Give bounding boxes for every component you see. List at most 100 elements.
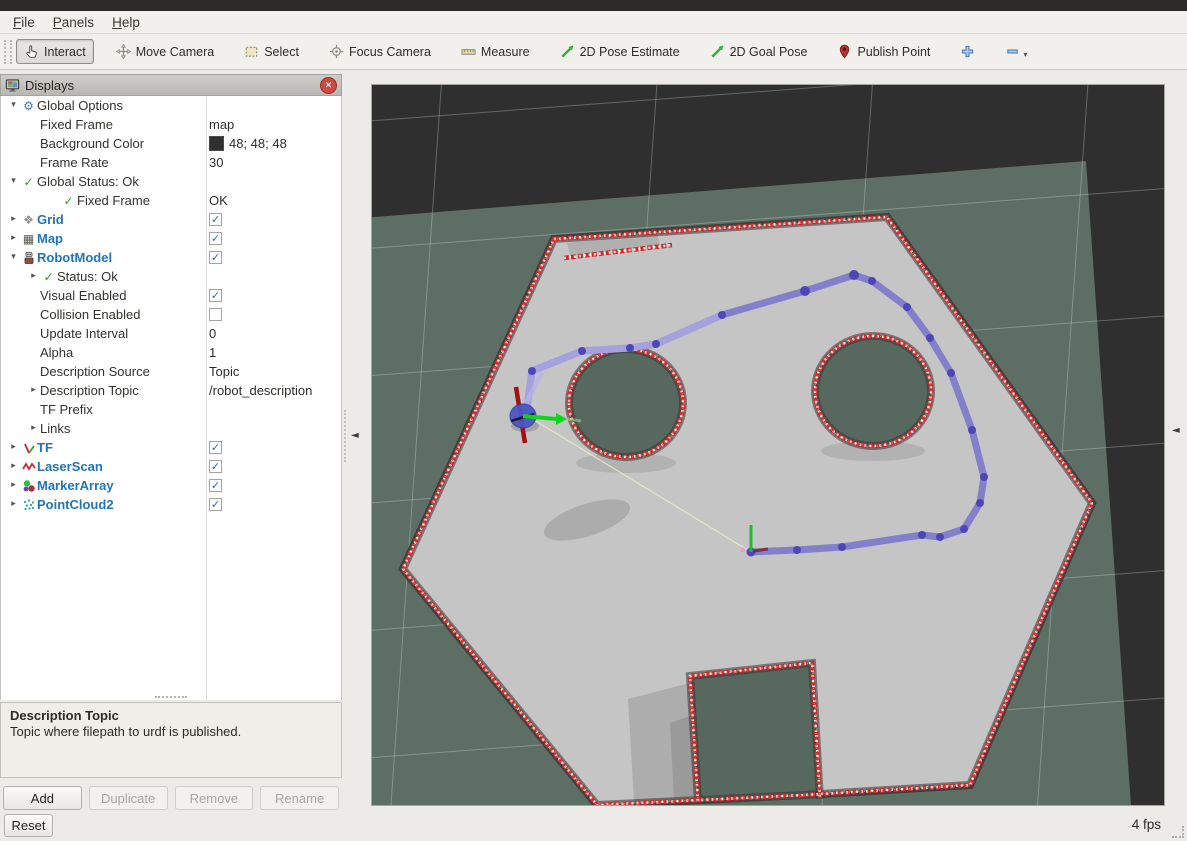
3d-viewport[interactable] — [371, 84, 1165, 806]
menu-file[interactable]: File — [4, 13, 44, 32]
expand-right-icon[interactable]: ▸ — [27, 419, 40, 438]
window-resize-grip[interactable] — [1172, 826, 1184, 838]
tool-2d-goal-pose[interactable]: 2D Goal Pose — [702, 39, 816, 64]
property-value[interactable]: 48; 48; 48 — [206, 134, 341, 153]
display-row-collision-enabled[interactable]: Collision Enabled — [1, 305, 341, 324]
expand-right-icon[interactable]: ▸ — [7, 229, 20, 248]
property-value: ✓ — [206, 229, 341, 248]
panel-action-buttons: AddDuplicateRemoveRename — [3, 786, 339, 810]
tool-remove-tool[interactable]: ▾ — [997, 39, 1035, 64]
property-value[interactable]: Topic — [206, 362, 341, 381]
row-label-cell: Update Interval — [1, 324, 206, 343]
display-row-tf[interactable]: ▸TF✓ — [1, 438, 341, 457]
tool-select[interactable]: Select — [236, 39, 307, 64]
tool-interact[interactable]: Interact — [16, 39, 94, 64]
display-row-tf-prefix[interactable]: TF Prefix — [1, 400, 341, 419]
expand-right-icon[interactable]: ▸ — [7, 457, 20, 476]
display-row-description-topic[interactable]: ▸Description Topic/robot_description — [1, 381, 341, 400]
color-swatch[interactable] — [209, 136, 224, 151]
expand-right-icon[interactable]: ▸ — [7, 476, 20, 495]
toolbar-grip[interactable] — [4, 40, 12, 64]
display-row-alpha[interactable]: Alpha1 — [1, 343, 341, 362]
display-row-description-source[interactable]: Description SourceTopic — [1, 362, 341, 381]
expand-down-icon[interactable]: ▾ — [7, 248, 20, 267]
property-label: TF Prefix — [40, 400, 93, 419]
expand-right-icon[interactable]: ▸ — [27, 381, 40, 400]
visibility-checkbox[interactable]: ✓ — [209, 251, 222, 264]
row-label-cell: ▸TF — [1, 438, 206, 457]
property-label: Collision Enabled — [40, 305, 140, 324]
visibility-checkbox[interactable]: ✓ — [209, 479, 222, 492]
panel-resize-grip[interactable] — [344, 410, 349, 462]
visibility-checkbox[interactable]: ✓ — [209, 441, 222, 454]
collapse-left-panel-icon[interactable]: ◄ — [351, 431, 359, 441]
property-label: Status: Ok — [57, 267, 118, 286]
expand-right-icon[interactable]: ▸ — [7, 438, 20, 457]
menu-panels[interactable]: Panels — [44, 13, 103, 32]
expand-right-icon[interactable]: ▸ — [27, 267, 40, 286]
property-label: Grid — [37, 210, 64, 229]
description-title: Description Topic — [10, 708, 332, 723]
property-label: Background Color — [40, 134, 144, 153]
display-row-status-ok[interactable]: ▸✓Status: Ok — [1, 267, 341, 286]
tool-measure[interactable]: Measure — [453, 39, 538, 64]
property-value[interactable]: 0 — [206, 324, 341, 343]
gear-icon: ⚙ — [20, 100, 37, 112]
dropdown-caret-icon[interactable]: ▾ — [1023, 50, 1027, 59]
visibility-checkbox[interactable] — [209, 308, 222, 321]
display-row-pointcloud2[interactable]: ▸PointCloud2✓ — [1, 495, 341, 514]
property-value — [206, 400, 341, 419]
add-button[interactable]: Add — [3, 786, 82, 810]
close-icon[interactable]: ✕ — [320, 77, 337, 94]
description-body: Topic where filepath to urdf is publishe… — [10, 724, 332, 739]
display-row-links[interactable]: ▸Links — [1, 419, 341, 438]
property-value — [206, 267, 341, 286]
tool-2d-pose-estimate[interactable]: 2D Pose Estimate — [552, 39, 688, 64]
plus-icon — [960, 44, 975, 59]
minus-icon — [1005, 44, 1020, 59]
row-label-cell: Frame Rate — [1, 153, 206, 172]
display-row-global-options[interactable]: ▾⚙Global Options — [1, 96, 341, 115]
display-row-update-interval[interactable]: Update Interval0 — [1, 324, 341, 343]
expand-down-icon[interactable]: ▾ — [7, 172, 20, 191]
tool-add-tool[interactable] — [952, 39, 983, 64]
display-row-markerarray[interactable]: ▸MarkerArray✓ — [1, 476, 341, 495]
check-icon: ✓ — [60, 195, 77, 207]
expand-right-icon[interactable]: ▸ — [7, 495, 20, 514]
display-row-grid[interactable]: ▸❖Grid✓ — [1, 210, 341, 229]
displays-panel-header[interactable]: Displays ✕ — [0, 74, 342, 96]
row-label-cell: ▸MarkerArray — [1, 476, 206, 495]
display-row-frame-rate[interactable]: Frame Rate30 — [1, 153, 341, 172]
column-separator[interactable] — [206, 96, 207, 700]
property-value[interactable]: map — [206, 115, 341, 134]
display-row-laserscan[interactable]: ▸LaserScan✓ — [1, 457, 341, 476]
display-row-map[interactable]: ▸▦Map✓ — [1, 229, 341, 248]
reset-button[interactable]: Reset — [4, 814, 53, 837]
display-row-global-status-ok[interactable]: ▾✓Global Status: Ok — [1, 172, 341, 191]
tool-move-camera[interactable]: Move Camera — [108, 39, 223, 64]
row-label-cell: Alpha — [1, 343, 206, 362]
splitter-handle[interactable] — [155, 696, 187, 701]
visibility-checkbox[interactable]: ✓ — [209, 498, 222, 511]
display-row-robotmodel[interactable]: ▾RobotModel✓ — [1, 248, 341, 267]
visibility-checkbox[interactable]: ✓ — [209, 213, 222, 226]
display-row-background-color[interactable]: Background Color 48; 48; 48 — [1, 134, 341, 153]
expand-down-icon[interactable]: ▾ — [7, 96, 20, 115]
displays-panel: Displays ✕ ▾⚙Global OptionsFixed Framema… — [0, 74, 342, 812]
menu-help[interactable]: Help — [103, 13, 149, 32]
property-value[interactable]: 1 — [206, 343, 341, 362]
visibility-checkbox[interactable]: ✓ — [209, 232, 222, 245]
display-row-fixed-frame[interactable]: ✓Fixed FrameOK — [1, 191, 341, 210]
row-label-cell: Collision Enabled — [1, 305, 206, 324]
property-value[interactable]: /robot_description — [206, 381, 341, 400]
tool-focus-camera[interactable]: Focus Camera — [321, 39, 439, 64]
visibility-checkbox[interactable]: ✓ — [209, 289, 222, 302]
visibility-checkbox[interactable]: ✓ — [209, 460, 222, 473]
property-value[interactable]: 30 — [206, 153, 341, 172]
display-row-fixed-frame[interactable]: Fixed Framemap — [1, 115, 341, 134]
tool-publish-point[interactable]: Publish Point — [829, 39, 938, 64]
expand-right-icon[interactable]: ▸ — [7, 210, 20, 229]
collapse-right-panel-icon[interactable]: ◄ — [1172, 426, 1180, 436]
display-row-visual-enabled[interactable]: Visual Enabled✓ — [1, 286, 341, 305]
property-value[interactable]: OK — [206, 191, 341, 210]
